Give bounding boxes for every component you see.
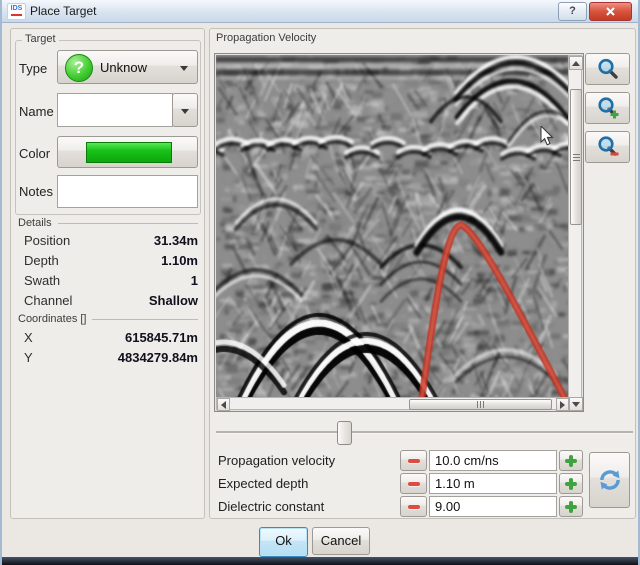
detail-row: Depth 1.10m: [24, 253, 198, 268]
refresh-button[interactable]: [589, 452, 630, 508]
minus-icon: [408, 505, 420, 509]
position-value: 31.34m: [154, 233, 198, 248]
y-value: 4834279.84m: [118, 350, 198, 365]
color-label: Color: [19, 146, 50, 161]
coordinates-label: Coordinates []: [18, 313, 86, 325]
type-label: Type: [19, 61, 47, 76]
cancel-button[interactable]: Cancel: [312, 527, 370, 555]
plus-icon: [565, 455, 577, 467]
coordinate-row: X 615845.71m: [24, 330, 198, 345]
name-input[interactable]: [57, 93, 173, 127]
depth-value: 1.10m: [161, 253, 198, 268]
scroll-right-button[interactable]: [556, 398, 569, 411]
grip-icon: [573, 154, 580, 161]
ok-button[interactable]: Ok: [259, 527, 308, 557]
question-circle-icon: ?: [65, 54, 93, 82]
scroll-right-icon: [560, 401, 565, 409]
help-button[interactable]: ?: [558, 2, 587, 21]
coordinates-header: Coordinates []: [18, 313, 198, 325]
velocity-plus-button[interactable]: [559, 450, 583, 471]
plus-icon: [565, 478, 577, 490]
name-dropdown-button[interactable]: [172, 93, 198, 127]
scroll-down-button[interactable]: [569, 397, 583, 411]
velocity-slider-handle[interactable]: [337, 421, 352, 445]
swath-value: 1: [191, 273, 198, 288]
type-dropdown[interactable]: ? Unknow: [57, 50, 198, 84]
detail-row: Swath 1: [24, 273, 198, 288]
x-value: 615845.71m: [125, 330, 198, 345]
dielectric-plus-button[interactable]: [559, 496, 583, 517]
dielectric-field[interactable]: 9.00: [429, 496, 557, 517]
close-button[interactable]: [589, 2, 632, 21]
dielectric-minus-button[interactable]: [400, 496, 427, 517]
scroll-down-icon: [572, 402, 580, 407]
zoom-out-button[interactable]: [585, 131, 630, 163]
magnifier-plus-icon: [596, 96, 620, 120]
refresh-icon: [597, 467, 623, 493]
scroll-left-button[interactable]: [217, 398, 230, 411]
place-target-dialog: IDS Place Target ? Target Type ? Unknow …: [0, 0, 640, 565]
magnifier-minus-icon: [596, 135, 620, 159]
scroll-up-icon: [572, 61, 580, 66]
app-icon-text: IDS: [8, 4, 25, 14]
minus-icon: [408, 459, 420, 463]
close-icon: [606, 7, 615, 16]
chevron-down-icon: [181, 109, 189, 114]
zoom-fit-button[interactable]: [585, 53, 630, 85]
details-header: Details: [18, 217, 198, 229]
name-label: Name: [19, 104, 54, 119]
window-bottom-border: [2, 557, 640, 565]
magnifier-icon: [596, 57, 620, 81]
vertical-scroll-thumb[interactable]: [570, 89, 582, 225]
vertical-scrollbar[interactable]: [568, 55, 582, 410]
notes-label: Notes: [19, 184, 53, 199]
mouse-cursor: [540, 126, 554, 147]
chevron-down-icon: [180, 66, 188, 71]
radargram-scroll-area: [214, 53, 584, 412]
depth-minus-button[interactable]: [400, 473, 427, 494]
scroll-left-icon: [221, 401, 226, 409]
help-icon: ?: [569, 5, 576, 17]
propagation-velocity-label: Propagation velocity: [218, 453, 335, 468]
target-group-label: Target: [22, 33, 59, 45]
depth-plus-button[interactable]: [559, 473, 583, 494]
title-bar[interactable]: IDS Place Target ?: [2, 0, 638, 23]
app-icon: IDS: [7, 3, 26, 20]
dielectric-constant-label: Dielectric constant: [218, 499, 324, 514]
velocity-group-label: Propagation Velocity: [216, 32, 316, 44]
plus-icon: [565, 501, 577, 513]
details-label: Details: [18, 217, 52, 229]
color-swatch: [86, 142, 172, 163]
color-button[interactable]: [57, 136, 198, 168]
channel-value: Shallow: [149, 293, 198, 308]
coordinate-row: Y 4834279.84m: [24, 350, 198, 365]
notes-input[interactable]: [57, 175, 198, 208]
detail-row: Position 31.34m: [24, 233, 198, 248]
velocity-slider-track[interactable]: [216, 431, 633, 434]
velocity-field[interactable]: 10.0 cm/ns: [429, 450, 557, 471]
window-title: Place Target: [30, 4, 97, 18]
type-value: Unknow: [100, 60, 147, 75]
radargram-canvas[interactable]: [216, 55, 568, 397]
horizontal-scroll-thumb[interactable]: [409, 399, 552, 410]
minus-icon: [408, 482, 420, 486]
depth-field[interactable]: 1.10 m: [429, 473, 557, 494]
velocity-minus-button[interactable]: [400, 450, 427, 471]
grip-icon: [477, 401, 484, 408]
expected-depth-label: Expected depth: [218, 476, 308, 491]
zoom-in-button[interactable]: [585, 92, 630, 124]
detail-row: Channel Shallow: [24, 293, 198, 308]
scroll-up-button[interactable]: [569, 56, 583, 70]
horizontal-scrollbar[interactable]: [216, 397, 568, 410]
